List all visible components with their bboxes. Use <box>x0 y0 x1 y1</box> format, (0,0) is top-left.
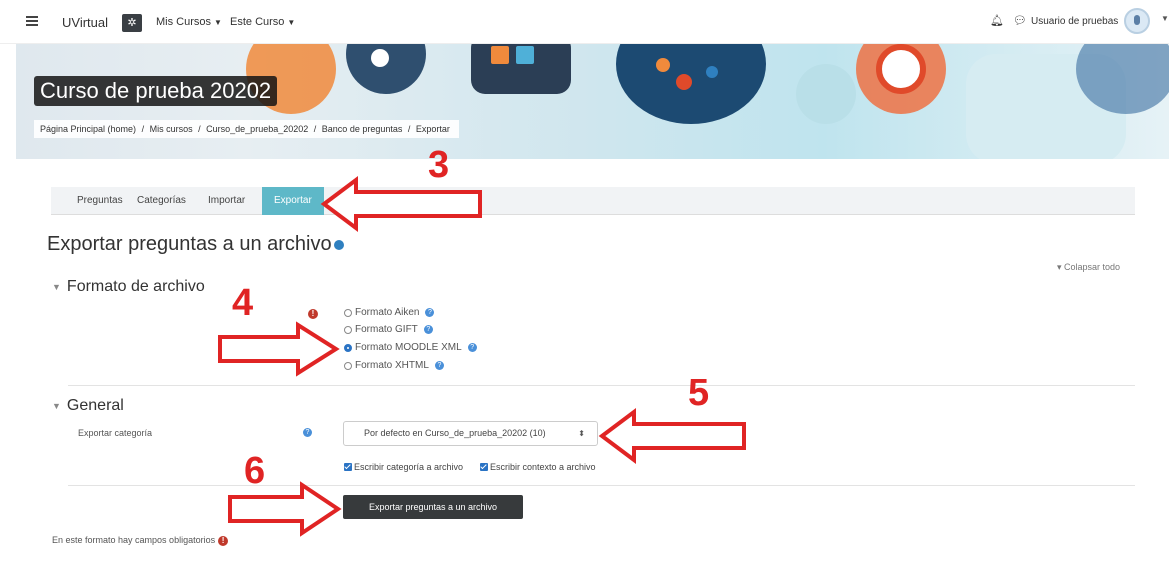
general-section-header[interactable]: ▼ General <box>52 397 124 415</box>
course-title: Curso de prueba 20202 <box>34 76 278 106</box>
annotation-arrow-right <box>218 321 340 377</box>
radio-button-checked[interactable] <box>344 343 352 352</box>
category-label: Exportar categoría <box>78 428 153 438</box>
breadcrumb-separator: / <box>141 124 145 134</box>
format-section-header[interactable]: ▼ Formato de archivo <box>52 278 205 296</box>
help-icon[interactable]: ? <box>303 428 312 437</box>
required-note-text: En este formato hay campos obligatorios <box>52 535 216 545</box>
gear-icon[interactable]: ✲ <box>122 14 142 32</box>
avatar[interactable] <box>1124 8 1150 34</box>
radio-label: Formato XHTML <box>355 360 429 371</box>
chevron-down-icon[interactable]: ▼ <box>1161 14 1169 23</box>
required-icon: ! <box>218 535 229 546</box>
tab-exportar[interactable]: Exportar <box>262 187 324 215</box>
chevron-down-icon: ▼ <box>287 18 296 27</box>
format-option-xhtml[interactable]: Formato XHTML? <box>344 360 444 371</box>
collapse-all-label: Colapsar todo <box>1064 262 1121 272</box>
category-select-value: Por defecto en Curso_de_prueba_20202 (10… <box>364 428 546 438</box>
breadcrumb: Página Principal (home) / Mis cursos / C… <box>34 120 459 138</box>
format-section-title: Formato de archivo <box>66 278 205 295</box>
breadcrumb-separator: / <box>198 124 201 134</box>
radio-button[interactable] <box>344 308 352 317</box>
category-select[interactable]: Por defecto en Curso_de_prueba_20202 (10… <box>343 421 598 446</box>
page-title-text: Exportar preguntas a un archivo <box>47 233 332 255</box>
breadcrumb-export: Exportar <box>415 124 450 134</box>
site-brand-link[interactable]: UVirtual <box>62 15 108 30</box>
radio-button[interactable] <box>344 325 352 334</box>
format-option-aiken[interactable]: Formato Aiken? <box>344 307 435 318</box>
breadcrumb-mis-cursos[interactable]: Mis cursos <box>150 124 193 134</box>
collapse-triangle-icon: ▼ <box>52 281 61 292</box>
breadcrumb-home[interactable]: Página Principal (home) <box>40 124 136 134</box>
question-bank-tabs: Preguntas Categorías Importar Exportar <box>51 187 1135 215</box>
checkbox-checked[interactable] <box>480 463 488 471</box>
checkbox-label: Escribir contexto a archivo <box>490 462 596 472</box>
help-icon[interactable]: ? <box>425 308 435 317</box>
top-navbar: UVirtual ✲ Mis Cursos ▼ Este Curso ▼ 🔔︎ 💬︎… <box>0 0 1169 44</box>
format-option-moodle-xml[interactable]: Formato MOODLE XML? <box>344 342 477 353</box>
checkbox-label: Escribir categoría a archivo <box>354 462 464 472</box>
breadcrumb-question-bank[interactable]: Banco de preguntas <box>322 124 403 134</box>
annotation-arrow-right <box>228 481 342 537</box>
collapse-triangle-icon: ▾ <box>1057 262 1065 272</box>
annotation-arrow-left <box>598 408 746 464</box>
chevron-down-icon: ▼ <box>214 18 222 27</box>
chat-icon[interactable]: 💬︎ <box>1013 14 1027 27</box>
export-submit-button[interactable]: Exportar preguntas a un archivo <box>343 495 523 519</box>
section-divider <box>68 385 1135 386</box>
breadcrumb-separator: / <box>313 124 317 134</box>
general-section-title: General <box>66 397 124 414</box>
breadcrumb-course[interactable]: Curso_de_prueba_20202 <box>206 124 308 134</box>
checkbox-checked[interactable] <box>344 463 352 471</box>
este-curso-menu[interactable]: Este Curso ▼ <box>230 16 295 28</box>
help-icon[interactable]: ? <box>423 325 433 334</box>
format-option-gift[interactable]: Formato GIFT? <box>344 324 433 335</box>
write-category-checkbox[interactable]: Escribir categoría a archivo <box>344 462 463 472</box>
radio-button[interactable] <box>344 361 352 370</box>
collapse-all-link[interactable]: ▾ Colapsar todo <box>1057 262 1120 273</box>
radio-label: Formato MOODLE XML <box>355 342 462 353</box>
este-curso-label: Este Curso <box>230 16 285 28</box>
breadcrumb-separator: / <box>407 124 411 134</box>
collapse-triangle-icon: ▼ <box>52 400 61 411</box>
tab-importar[interactable]: Importar <box>196 187 257 215</box>
write-context-checkbox[interactable]: Escribir contexto a archivo <box>480 462 596 472</box>
annotation-arrow-left <box>320 176 482 232</box>
page-title: Exportar preguntas a un archivo <box>47 233 344 256</box>
radio-label: Formato Aiken <box>355 307 420 318</box>
help-icon[interactable]: ? <box>467 343 477 352</box>
menu-toggle-icon[interactable] <box>26 16 38 26</box>
tab-categorias[interactable]: Categorías <box>125 187 198 215</box>
select-arrows-icon: ⬍ <box>578 429 585 438</box>
annotation-number: 4 <box>232 282 254 324</box>
help-icon[interactable] <box>333 239 344 250</box>
radio-label: Formato GIFT <box>355 324 418 335</box>
help-icon[interactable]: ? <box>434 361 444 370</box>
mis-cursos-label: Mis Cursos <box>156 16 212 28</box>
required-icon: ! <box>308 309 318 319</box>
required-fields-note: En este formato hay campos obligatorios! <box>52 535 229 546</box>
bell-icon[interactable]: 🔔︎ <box>990 14 1004 27</box>
mis-cursos-menu[interactable]: Mis Cursos ▼ <box>156 16 222 28</box>
user-name[interactable]: Usuario de pruebas <box>1031 16 1118 27</box>
